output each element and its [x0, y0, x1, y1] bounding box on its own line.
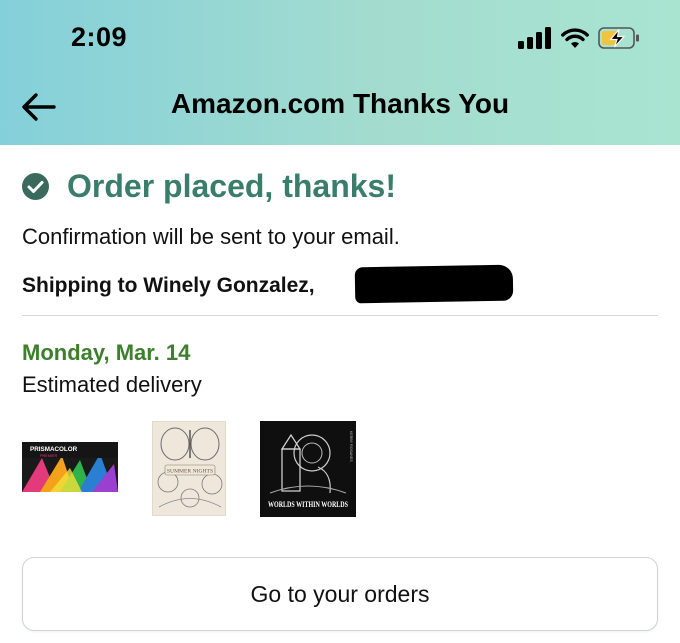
battery-charging-icon	[598, 27, 639, 49]
go-to-orders-button[interactable]: Go to your orders	[22, 557, 658, 631]
product-image: PRISMACOLOR PREMIER	[22, 442, 118, 492]
delivery-label: Estimated delivery	[22, 372, 202, 397]
product-thumbnail-summer-nights[interactable]: SUMMER NIGHTS	[152, 421, 226, 516]
order-confirmation-panel: Order placed, thanks! Confirmation will …	[0, 145, 680, 643]
header-title: Amazon.com Thanks You	[170, 88, 510, 119]
product-image: SUMMER NIGHTS	[153, 422, 225, 515]
worlds-author-text: KERBY ROSANES	[349, 431, 353, 462]
prismacolor-brand-text: PRISMACOLOR	[30, 446, 78, 453]
app-header: 2:09 Amazon.com Thanks You	[0, 0, 680, 145]
wifi-icon	[561, 28, 589, 48]
delivery-date: Monday, Mar. 14	[22, 340, 191, 365]
confirmation-message: Confirmation will be sent to your email.	[22, 224, 400, 249]
check-circle-icon	[22, 173, 49, 200]
status-icons	[518, 24, 640, 52]
order-status-row: Order placed, thanks!	[22, 168, 396, 205]
shipping-address: Shipping to Winely Gonzalez,	[22, 274, 315, 297]
cellular-signal-icon	[518, 27, 551, 49]
prismacolor-sub-text: PREMIER	[40, 454, 58, 458]
redaction-mark	[354, 264, 514, 304]
product-image: WORLDS WITHIN WORLDS KERBY ROSANES	[260, 421, 356, 517]
status-time: 2:09	[71, 22, 128, 52]
summer-nights-title-text: SUMMER NIGHTS	[167, 469, 213, 475]
order-placed-heading: Order placed, thanks!	[67, 168, 396, 204]
worlds-title-text: WORLDS WITHIN WORLDS	[268, 500, 348, 509]
divider	[22, 315, 658, 316]
product-thumbnail-worlds-within-worlds[interactable]: WORLDS WITHIN WORLDS KERBY ROSANES	[260, 421, 356, 517]
product-thumbnail-prismacolor[interactable]: PRISMACOLOR PREMIER	[22, 442, 118, 492]
